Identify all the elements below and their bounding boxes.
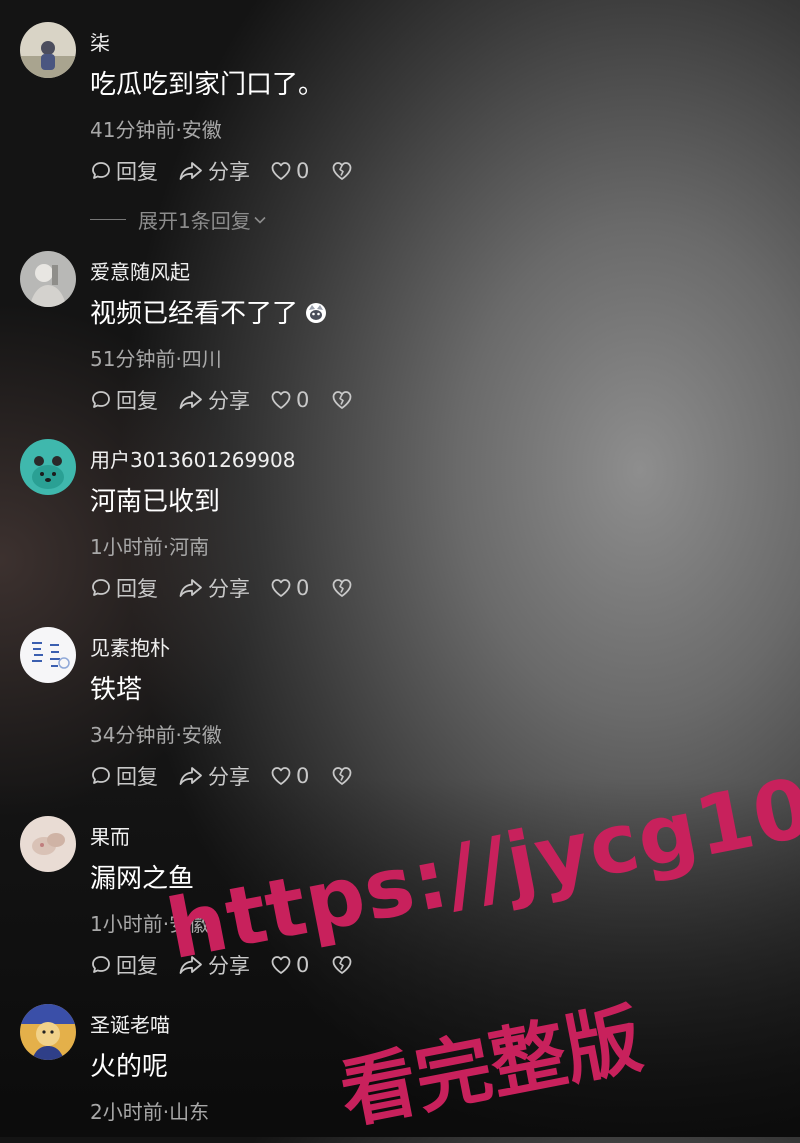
comment-item: 圣诞老喵 火的呢 2小时前·山东: [0, 1004, 800, 1137]
reply-label: 回复: [116, 954, 158, 978]
comment-item: 柒 吃瓜吃到家门口了。 41分钟前·安徽 回复 分享 0 展开1条回复: [0, 22, 800, 250]
heart-icon: [271, 391, 291, 409]
heart-icon: [271, 956, 291, 974]
username[interactable]: 果而: [90, 821, 130, 850]
heart-icon: [271, 162, 291, 180]
comment-text: 吃瓜吃到家门口了。: [90, 70, 325, 100]
broken-heart-icon: [332, 391, 352, 409]
broken-heart-icon: [332, 579, 352, 597]
expand-replies-label: 展开1条回复: [138, 209, 251, 233]
heart-icon: [271, 767, 291, 785]
share-button[interactable]: 分享: [178, 156, 250, 186]
share-arrow-icon: [179, 162, 202, 180]
like-count: 0: [296, 764, 310, 788]
broken-heart-icon: [332, 956, 352, 974]
dislike-button[interactable]: [331, 389, 357, 411]
username[interactable]: 柒: [90, 27, 110, 56]
speech-bubble-icon: [92, 391, 110, 408]
share-button[interactable]: 分享: [178, 385, 250, 415]
heart-icon: [271, 579, 291, 597]
expand-replies-button[interactable]: 展开1条回复: [90, 205, 269, 234]
like-count: 0: [296, 159, 310, 183]
like-count: 0: [296, 576, 310, 600]
avatar[interactable]: [20, 439, 76, 495]
comment-meta: 34分钟前·安徽: [90, 723, 222, 747]
share-label: 分享: [208, 954, 250, 978]
dislike-button[interactable]: [331, 160, 357, 182]
comment-text: 河南已收到: [90, 487, 221, 517]
share-button[interactable]: 分享: [178, 950, 250, 980]
chevron-down-icon: [254, 216, 266, 224]
reply-label: 回复: [116, 389, 158, 413]
reply-label: 回复: [116, 577, 158, 601]
comment-meta: 1小时前·安徽: [90, 912, 210, 936]
share-arrow-icon: [179, 579, 202, 597]
reply-button[interactable]: 回复: [90, 761, 158, 791]
like-button[interactable]: 0: [270, 388, 309, 412]
comment-actions: 回复 分享 0: [90, 573, 357, 603]
comment-text: 火的呢: [90, 1052, 169, 1082]
dislike-button[interactable]: [331, 954, 357, 976]
share-button[interactable]: 分享: [178, 573, 250, 603]
broken-heart-icon: [332, 162, 352, 180]
share-label: 分享: [208, 577, 250, 601]
reply-button[interactable]: 回复: [90, 573, 158, 603]
like-button[interactable]: 0: [270, 764, 309, 788]
comment-text: 铁塔: [90, 675, 143, 705]
avatar[interactable]: [20, 22, 76, 78]
comment-text: 视频已经看不了了: [90, 293, 328, 330]
like-count: 0: [296, 953, 310, 977]
share-arrow-icon: [179, 956, 202, 974]
dislike-button[interactable]: [331, 765, 357, 787]
avatar[interactable]: [20, 627, 76, 683]
broken-heart-icon: [332, 767, 352, 785]
reply-button[interactable]: 回复: [90, 156, 158, 186]
like-button[interactable]: 0: [270, 159, 309, 183]
avatar[interactable]: [20, 1004, 76, 1060]
like-count: 0: [296, 388, 310, 412]
comment-meta: 51分钟前·四川: [90, 347, 222, 371]
reply-button[interactable]: 回复: [90, 385, 158, 415]
share-label: 分享: [208, 765, 250, 789]
share-arrow-icon: [179, 391, 202, 409]
comment-text: 漏网之鱼: [90, 864, 195, 894]
expand-divider: [90, 219, 126, 220]
speech-bubble-icon: [92, 579, 110, 596]
comment-actions: 回复 分享 0: [90, 385, 357, 415]
speech-bubble-icon: [92, 767, 110, 784]
like-button[interactable]: 0: [270, 953, 309, 977]
username[interactable]: 爱意随风起: [90, 256, 190, 285]
reply-button[interactable]: 回复: [90, 950, 158, 980]
speech-bubble-icon: [92, 162, 110, 179]
comment-actions: 回复 分享 0: [90, 950, 357, 980]
like-button[interactable]: 0: [270, 576, 309, 600]
speech-bubble-icon: [92, 956, 110, 973]
dislike-button[interactable]: [331, 577, 357, 599]
comment-meta: 41分钟前·安徽: [90, 118, 222, 142]
emoji-icon: [306, 303, 327, 323]
reply-label: 回复: [116, 765, 158, 789]
comment-meta: 1小时前·河南: [90, 535, 210, 559]
share-label: 分享: [208, 389, 250, 413]
share-label: 分享: [208, 160, 250, 184]
username[interactable]: 见素抱朴: [90, 632, 170, 661]
share-button[interactable]: 分享: [178, 761, 250, 791]
reply-label: 回复: [116, 160, 158, 184]
share-arrow-icon: [179, 767, 202, 785]
comment-meta: 2小时前·山东: [90, 1100, 210, 1124]
avatar[interactable]: [20, 816, 76, 872]
comment-actions: 回复 分享 0: [90, 156, 357, 186]
comment-actions: 回复 分享 0: [90, 761, 357, 791]
username[interactable]: 用户3013601269908: [90, 444, 295, 473]
username[interactable]: 圣诞老喵: [90, 1009, 170, 1038]
avatar[interactable]: [20, 251, 76, 307]
